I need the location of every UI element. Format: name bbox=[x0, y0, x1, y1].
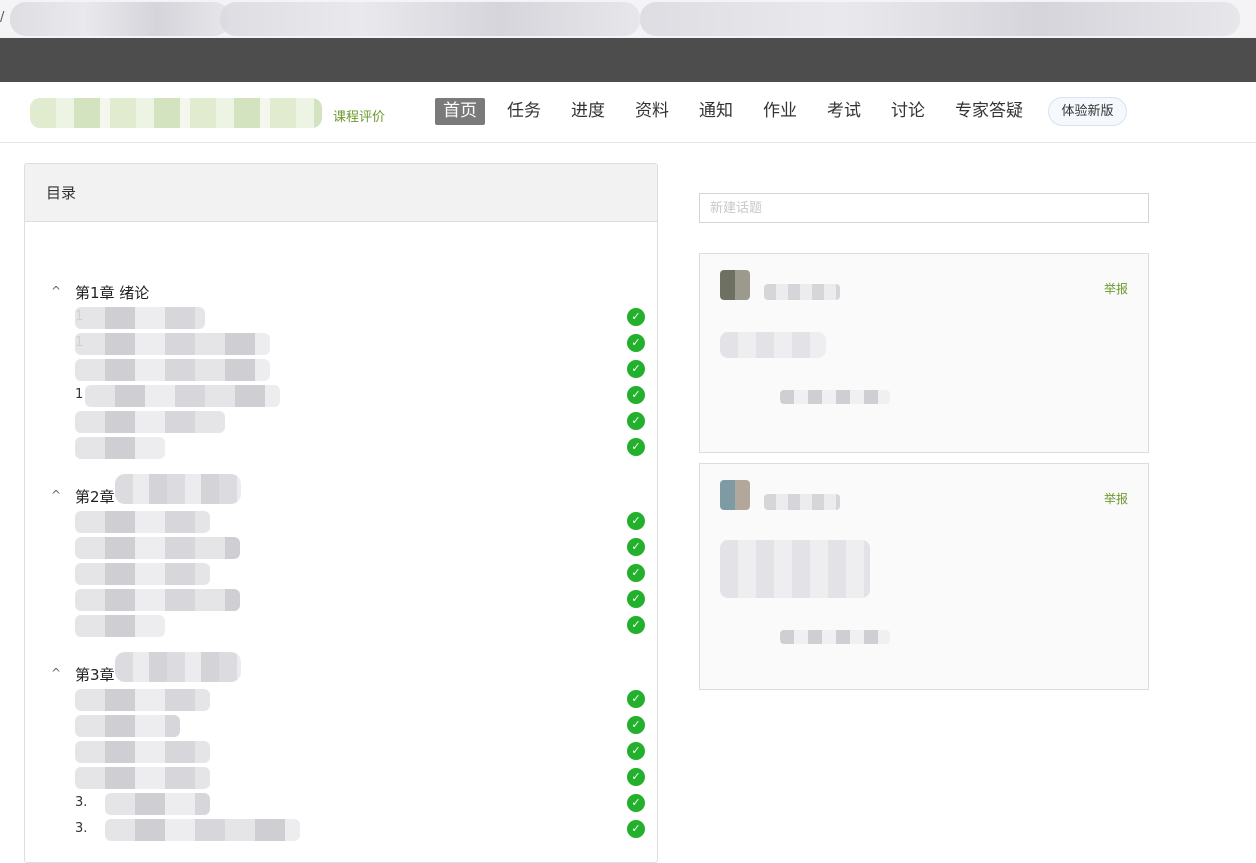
discussion-post[interactable]: 举报 bbox=[699, 253, 1149, 453]
tab-discussion[interactable]: 讨论 bbox=[883, 98, 933, 125]
lesson-item[interactable]: ✓ bbox=[75, 409, 645, 435]
lesson-title-redacted bbox=[75, 411, 225, 433]
lesson-number: 1 bbox=[75, 387, 84, 402]
check-circle-icon: ✓ bbox=[627, 564, 645, 582]
nav-tabs: 首页 任务 进度 资料 通知 作业 考试 讨论 专家答疑 bbox=[435, 98, 1045, 125]
check-circle-icon: ✓ bbox=[627, 742, 645, 760]
chevron-up-icon[interactable]: ^ bbox=[51, 666, 65, 680]
lesson-item[interactable]: ✓ bbox=[75, 765, 645, 791]
blurred-region bbox=[10, 2, 230, 36]
lesson-item[interactable]: ✓ bbox=[75, 561, 645, 587]
check-circle-icon: ✓ bbox=[627, 794, 645, 812]
new-topic-input[interactable] bbox=[699, 193, 1149, 223]
check-circle-icon: ✓ bbox=[627, 716, 645, 734]
tab-progress[interactable]: 进度 bbox=[563, 98, 613, 125]
check-circle-icon: ✓ bbox=[627, 690, 645, 708]
lesson-item[interactable]: ✓ bbox=[75, 713, 645, 739]
check-circle-icon: ✓ bbox=[627, 538, 645, 556]
lesson-title-redacted bbox=[105, 819, 300, 841]
lesson-item[interactable]: ✓ bbox=[75, 535, 645, 561]
chapter-title[interactable]: 第3章 bbox=[75, 664, 115, 685]
course-nav-bar: 课程评价 首页 任务 进度 资料 通知 作业 考试 讨论 专家答疑 体验新版 bbox=[0, 82, 1256, 143]
discussion-post[interactable]: 举报 bbox=[699, 463, 1149, 690]
check-circle-icon: ✓ bbox=[627, 438, 645, 456]
lesson-title-redacted bbox=[75, 333, 270, 355]
lesson-title-redacted bbox=[75, 437, 165, 459]
lesson-number: 3. bbox=[75, 821, 88, 836]
check-circle-icon: ✓ bbox=[627, 768, 645, 786]
blurred-region bbox=[220, 2, 640, 36]
chapter-title[interactable]: 第1章 绪论 bbox=[75, 282, 149, 303]
lesson-item[interactable]: ✓ bbox=[75, 687, 645, 713]
check-circle-icon: ✓ bbox=[627, 386, 645, 404]
post-body-redacted bbox=[720, 540, 870, 598]
lesson-item[interactable]: ✓ bbox=[75, 435, 645, 461]
course-evaluation-link[interactable]: 课程评价 bbox=[333, 106, 385, 125]
post-meta-redacted bbox=[780, 630, 890, 644]
check-circle-icon: ✓ bbox=[627, 360, 645, 378]
site-header-bar bbox=[0, 38, 1256, 82]
lesson-number: 3. bbox=[75, 795, 88, 810]
check-circle-icon: ✓ bbox=[627, 590, 645, 608]
lesson-title-redacted bbox=[75, 715, 180, 737]
lesson-title-redacted bbox=[105, 793, 210, 815]
lesson-title-redacted bbox=[75, 689, 210, 711]
lesson-title-redacted bbox=[75, 537, 240, 559]
lesson-title-redacted bbox=[75, 359, 270, 381]
avatar[interactable] bbox=[720, 270, 750, 300]
lesson-title-redacted bbox=[75, 589, 240, 611]
post-body-redacted bbox=[720, 332, 826, 358]
lesson-title-redacted bbox=[75, 741, 210, 763]
chevron-up-icon[interactable]: ^ bbox=[51, 488, 65, 502]
lesson-item[interactable]: 1 ✓ bbox=[75, 383, 645, 409]
author-name-redacted bbox=[764, 494, 840, 510]
browser-top-strip: / bbox=[0, 0, 1256, 38]
lesson-title-redacted bbox=[85, 385, 280, 407]
lesson-title-redacted bbox=[75, 767, 210, 789]
tab-tasks[interactable]: 任务 bbox=[499, 98, 549, 125]
try-new-version-button[interactable]: 体验新版 bbox=[1048, 97, 1127, 126]
chevron-up-icon[interactable]: ^ bbox=[51, 284, 65, 298]
lesson-title-redacted bbox=[75, 307, 205, 329]
lesson-title-redacted bbox=[75, 511, 210, 533]
post-meta-redacted bbox=[780, 390, 890, 404]
lesson-item[interactable]: ✓ bbox=[75, 357, 645, 383]
lesson-item[interactable]: 3. ✓ bbox=[75, 817, 645, 843]
catalog-title: 目录 bbox=[25, 164, 657, 222]
lesson-item[interactable]: ✓ bbox=[75, 587, 645, 613]
lesson-item[interactable]: 1 ✓ bbox=[75, 305, 645, 331]
chapter-title[interactable]: 第2章 bbox=[75, 486, 115, 507]
check-circle-icon: ✓ bbox=[627, 820, 645, 838]
lesson-item[interactable]: 3. ✓ bbox=[75, 791, 645, 817]
chapter-title-redacted bbox=[115, 652, 241, 682]
check-circle-icon: ✓ bbox=[627, 308, 645, 326]
report-link[interactable]: 举报 bbox=[1104, 490, 1128, 507]
tab-notices[interactable]: 通知 bbox=[691, 98, 741, 125]
tab-materials[interactable]: 资料 bbox=[627, 98, 677, 125]
tab-expert-qa[interactable]: 专家答疑 bbox=[947, 98, 1031, 125]
catalog-panel: 目录 ^ 第1章 绪论 1 ✓ 1 ✓ ✓ 1 ✓ ✓ ✓ ^ 第2章 bbox=[24, 163, 658, 863]
report-link[interactable]: 举报 bbox=[1104, 280, 1128, 297]
check-circle-icon: ✓ bbox=[627, 334, 645, 352]
course-title-redacted bbox=[30, 98, 322, 128]
check-circle-icon: ✓ bbox=[627, 512, 645, 530]
lesson-item[interactable]: ✓ bbox=[75, 509, 645, 535]
blurred-region bbox=[640, 2, 1240, 36]
lesson-title-redacted bbox=[75, 563, 210, 585]
slash-glyph: / bbox=[0, 10, 5, 25]
lesson-item[interactable]: ✓ bbox=[75, 739, 645, 765]
check-circle-icon: ✓ bbox=[627, 412, 645, 430]
chapter-title-redacted bbox=[115, 474, 241, 504]
lesson-item[interactable]: 1 ✓ bbox=[75, 331, 645, 357]
check-circle-icon: ✓ bbox=[627, 616, 645, 634]
tab-exams[interactable]: 考试 bbox=[819, 98, 869, 125]
avatar[interactable] bbox=[720, 480, 750, 510]
tab-home[interactable]: 首页 bbox=[435, 98, 485, 125]
author-name-redacted bbox=[764, 284, 840, 300]
lesson-item[interactable]: ✓ bbox=[75, 613, 645, 639]
lesson-title-redacted bbox=[75, 615, 165, 637]
tab-homework[interactable]: 作业 bbox=[755, 98, 805, 125]
